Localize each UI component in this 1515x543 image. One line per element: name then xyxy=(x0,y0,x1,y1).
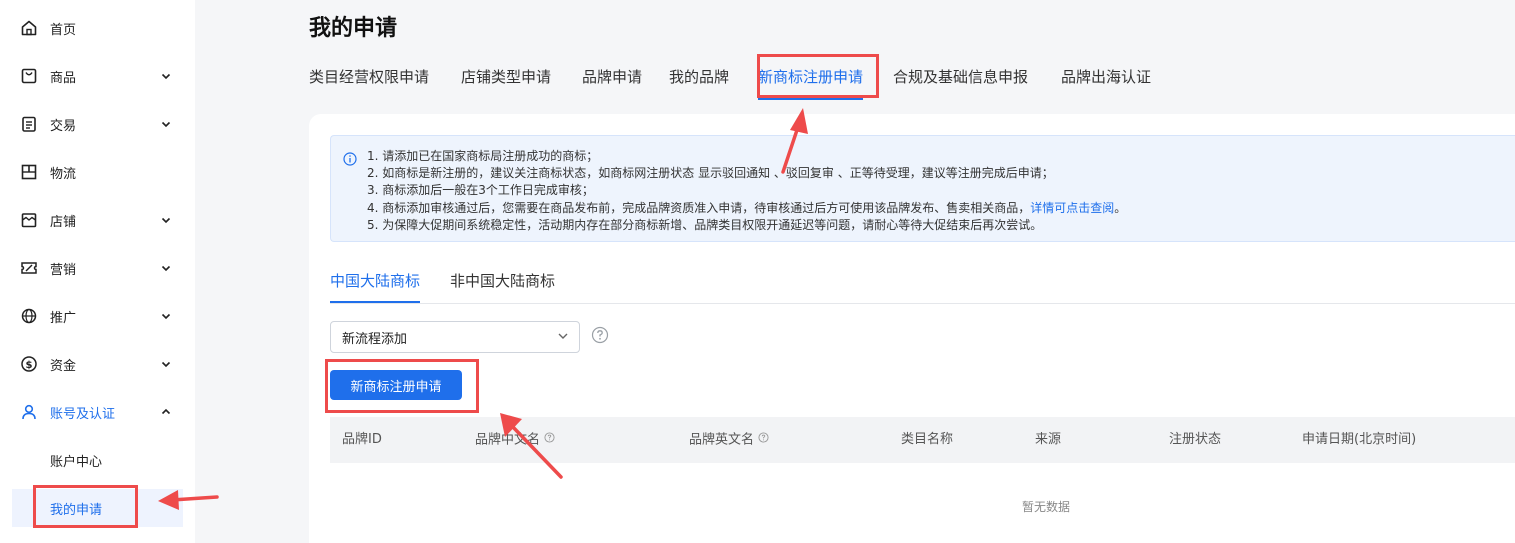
sidebar-subitem-label: 我的申请 xyxy=(50,502,103,518)
chevron-down-icon xyxy=(158,212,174,228)
ticket-icon xyxy=(19,258,39,278)
sidebar-item-label: 资金 xyxy=(50,358,77,374)
info-icon xyxy=(343,151,357,166)
sidebar-item-label: 账号及认证 xyxy=(50,406,116,422)
tab-my-brands[interactable]: 我的品牌 xyxy=(669,64,729,100)
sidebar-item-logistics[interactable]: 物流 xyxy=(0,148,195,196)
column-header-label: 品牌英文名 xyxy=(689,432,755,448)
sidebar-item-label: 交易 xyxy=(50,118,77,134)
page-title: 我的申请 xyxy=(309,16,398,41)
user-icon xyxy=(19,402,39,422)
sidebar-item-account[interactable]: 账号及认证 xyxy=(0,388,195,436)
flow-select[interactable]: 新流程添加 xyxy=(330,321,580,353)
column-header: 品牌ID xyxy=(342,432,382,447)
tab-store-type[interactable]: 店铺类型申请 xyxy=(461,64,551,100)
tab-non-mainland-trademark[interactable]: 非中国大陆商标 xyxy=(450,264,555,304)
dollar-icon: $ xyxy=(19,354,39,374)
info-notice: 1. 请添加已在国家商标局注册成功的商标； 2. 如商标是新注册的，建议关注商标… xyxy=(330,135,1515,242)
tab-compliance-info[interactable]: 合规及基础信息申报 xyxy=(893,64,1028,100)
notice-line-4: 4. 商标添加审核通过后，您需要在商品发布前，完成品牌资质准入申请，待审核通过后… xyxy=(367,200,1126,217)
clipboard-icon xyxy=(19,114,39,134)
notice-line: 3. 商标添加后一般在3个工作日完成审核； xyxy=(367,183,594,198)
sidebar-item-promotion[interactable]: 推广 xyxy=(0,292,195,340)
help-icon[interactable] xyxy=(591,326,609,344)
chevron-down-icon xyxy=(158,356,174,372)
tab-mainland-trademark[interactable]: 中国大陆商标 xyxy=(330,264,421,304)
sidebar: 首页 商品 交易 物流 店铺 营销 推广 $ 资金 账号及认证 账户中心 我的申… xyxy=(0,0,195,543)
chevron-down-icon xyxy=(158,68,174,84)
sidebar-item-label: 营销 xyxy=(50,262,77,278)
chevron-down-icon xyxy=(158,308,174,324)
column-header: 来源 xyxy=(1035,432,1062,447)
sidebar-subitem-my-applications[interactable]: 我的申请 xyxy=(12,489,183,527)
empty-state-text: 暂无数据 xyxy=(1022,500,1071,514)
chevron-down-icon xyxy=(158,116,174,132)
content-card: 1. 请添加已在国家商标局注册成功的商标； 2. 如商标是新注册的，建议关注商标… xyxy=(309,114,1515,543)
store-icon xyxy=(19,210,39,230)
home-icon xyxy=(19,18,39,38)
chevron-down-icon xyxy=(557,330,569,342)
sidebar-item-product[interactable]: 商品 xyxy=(0,52,195,100)
sidebar-item-label: 首页 xyxy=(50,22,77,38)
sidebar-subitem-label: 账户中心 xyxy=(50,454,103,470)
notice-line-end: 。 xyxy=(1114,200,1127,215)
sidebar-item-label: 店铺 xyxy=(50,214,77,230)
sidebar-item-trade[interactable]: 交易 xyxy=(0,100,195,148)
column-header: 类目名称 xyxy=(901,432,954,447)
sidebar-item-funds[interactable]: $ 资金 xyxy=(0,340,195,388)
notice-line: 5. 为保障大促期间系统稳定性，活动期内存在部分商标新增、品牌类目权限开通延迟等… xyxy=(367,217,1043,232)
sidebar-item-home[interactable]: 首页 xyxy=(0,4,195,52)
new-trademark-application-button[interactable]: 新商标注册申请 xyxy=(330,370,462,400)
globe-ad-icon xyxy=(19,306,39,326)
column-header: 申请日期(北京时间) xyxy=(1302,432,1417,447)
sidebar-item-marketing[interactable]: 营销 xyxy=(0,244,195,292)
sidebar-item-label: 商品 xyxy=(50,70,77,86)
tab-brand-application[interactable]: 品牌申请 xyxy=(582,64,642,100)
sidebar-subitem-account-center[interactable]: 账户中心 xyxy=(12,441,183,479)
notice-line: 1. 请添加已在国家商标局注册成功的商标； xyxy=(367,149,599,163)
chevron-down-icon xyxy=(158,260,174,276)
tab-brand-overseas[interactable]: 品牌出海认证 xyxy=(1061,64,1151,100)
divider xyxy=(330,303,1515,304)
help-icon[interactable] xyxy=(758,417,769,463)
box-icon xyxy=(19,162,39,182)
tab-new-trademark[interactable]: 新商标注册申请 xyxy=(758,64,864,100)
sidebar-item-label: 物流 xyxy=(50,166,77,182)
notice-lines: 1. 请添加已在国家商标局注册成功的商标； 2. 如商标是新注册的，建议关注商标… xyxy=(367,148,1126,234)
svg-text:$: $ xyxy=(26,360,33,371)
column-header-label: 品牌中文名 xyxy=(475,432,541,448)
column-header-brand-en: 品牌英文名 xyxy=(689,417,769,463)
notice-line-text: 4. 商标添加审核通过后，您需要在商品发布前，完成品牌资质准入申请，待审核通过后… xyxy=(367,200,1031,215)
column-header: 注册状态 xyxy=(1169,432,1222,447)
help-icon[interactable] xyxy=(544,417,555,463)
sidebar-item-label: 推广 xyxy=(50,310,77,326)
column-header-brand-cn: 品牌中文名 xyxy=(475,417,555,463)
details-link[interactable]: 详情可点击查阅 xyxy=(1030,201,1114,215)
table-header: 品牌ID 品牌中文名 品牌英文名 类目名称 来源 注册状态 申请日期(北京时间) xyxy=(330,417,1515,463)
sidebar-item-store[interactable]: 店铺 xyxy=(0,196,195,244)
notice-line: 2. 如商标是新注册的，建议关注商标状态，如商标网注册状态 显示驳回通知 、驳回… xyxy=(367,166,1054,181)
flow-select-value: 新流程添加 xyxy=(342,331,408,347)
tab-category-permission[interactable]: 类目经营权限申请 xyxy=(309,64,429,100)
product-bag-icon xyxy=(19,66,39,86)
chevron-up-icon xyxy=(158,404,174,420)
